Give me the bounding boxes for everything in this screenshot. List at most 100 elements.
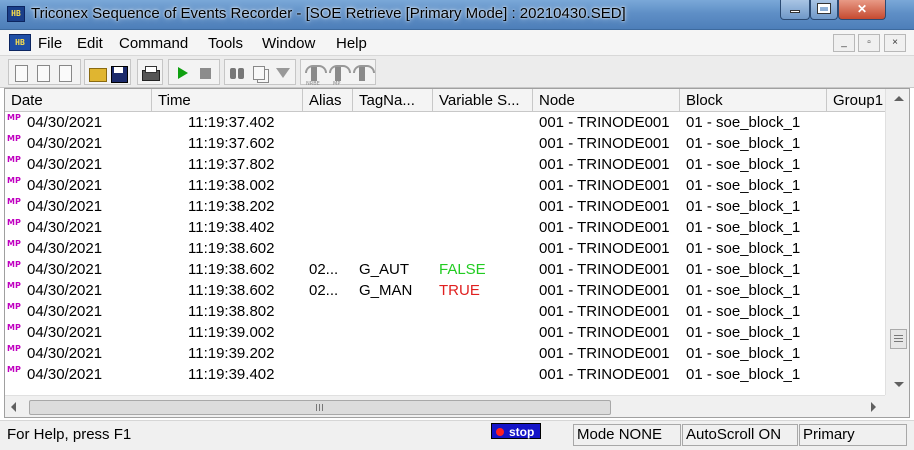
open-document-icon[interactable]: [33, 64, 53, 82]
cell-tagname: [359, 301, 433, 322]
cell-variable-state: FALSE: [439, 261, 486, 278]
table-row[interactable]: MP 04/30/2021 11:19:37.802 001 - TRINODE001…: [5, 154, 885, 175]
table-row[interactable]: MP 04/30/2021 11:19:37.402 001 - TRINODE001…: [5, 112, 885, 133]
cell-date: 04/30/2021: [27, 219, 103, 236]
mp-marker-icon: MP: [7, 260, 21, 269]
cell-variable-state: [439, 343, 533, 364]
title-bar[interactable]: HB Triconex Sequence of Events Recorder …: [0, 0, 914, 30]
column-header-node[interactable]: Node: [533, 89, 680, 112]
cell-time: 11:19:37.602: [188, 135, 275, 152]
table-row[interactable]: MP 04/30/2021 11:19:38.802 001 - TRINODE001…: [5, 301, 885, 322]
child-minimize-button[interactable]: _: [833, 34, 855, 52]
cell-alias: [309, 175, 353, 196]
table-row[interactable]: MP 04/30/2021 11:19:38.402 001 - TRINODE001…: [5, 217, 885, 238]
vertical-scroll-thumb[interactable]: [890, 329, 907, 349]
table-row[interactable]: MP 04/30/2021 11:19:38.002 001 - TRINODE001…: [5, 175, 885, 196]
cell-date: 04/30/2021: [27, 156, 103, 173]
cell-block: 01 - soe_block_1: [686, 324, 801, 341]
scroll-right-icon[interactable]: [863, 396, 883, 417]
table-row[interactable]: MP 04/30/2021 11:19:38.602 02... G_MAN TRUE 00…: [5, 280, 885, 301]
cell-date: 04/30/2021: [27, 198, 103, 215]
column-header-variable-state[interactable]: Variable S...: [433, 89, 533, 112]
toolbar-group-file: [8, 59, 81, 85]
cell-alias: 02...: [309, 282, 339, 299]
cell-node: 001 - TRINODE001: [539, 282, 670, 299]
cell-block: 01 - soe_block_1: [686, 135, 801, 152]
cell-time: 11:19:39.002: [188, 324, 275, 341]
mp-marker-icon: MP: [7, 239, 21, 248]
find-icon[interactable]: [227, 64, 247, 82]
column-header-time[interactable]: Time: [152, 89, 303, 112]
table-row[interactable]: MP 04/30/2021 11:19:38.602 02... G_AUT FALSE 0…: [5, 259, 885, 280]
cell-block: 01 - soe_block_1: [686, 177, 801, 194]
column-header-block[interactable]: Block: [680, 89, 827, 112]
filter-icon[interactable]: [273, 64, 293, 82]
minimize-button[interactable]: [780, 0, 810, 20]
table-row[interactable]: MP 04/30/2021 11:19:39.402 001 - TRINODE001…: [5, 364, 885, 385]
mp-marker-icon: MP: [7, 113, 21, 122]
cell-time: 11:19:38.202: [188, 198, 275, 215]
table-row[interactable]: MP 04/30/2021 11:19:39.002 001 - TRINODE001…: [5, 322, 885, 343]
menu-bar: HB File Edit Command Tools Window Help _…: [0, 30, 914, 56]
minimize-icon: [790, 10, 800, 13]
scroll-up-icon[interactable]: [886, 91, 909, 109]
table-row[interactable]: MP 04/30/2021 11:19:39.202 001 - TRINODE001…: [5, 343, 885, 364]
mp-marker-icon: MP: [7, 176, 21, 185]
menu-window[interactable]: Window: [262, 35, 315, 52]
antenna-tower-icon[interactable]: [352, 64, 375, 82]
column-header-group1[interactable]: Group1: [827, 89, 885, 112]
close-button[interactable]: ✕: [838, 0, 886, 20]
toolbar-mini-label: NRBE: [306, 81, 320, 87]
cell-variable-state: TRUE: [439, 282, 480, 299]
cell-date: 04/30/2021: [27, 324, 103, 341]
child-close-button[interactable]: ×: [884, 34, 906, 52]
mp-marker-icon: MP: [7, 134, 21, 143]
cell-node: 001 - TRINODE001: [539, 156, 670, 173]
start-icon[interactable]: [172, 64, 192, 82]
menu-edit[interactable]: Edit: [77, 35, 103, 52]
antenna-mp-icon[interactable]: [328, 64, 351, 82]
cell-time: 11:19:38.602: [188, 261, 275, 278]
scroll-down-icon[interactable]: [886, 375, 909, 393]
maximize-button[interactable]: [810, 0, 838, 20]
table-row[interactable]: MP 04/30/2021 11:19:37.602 001 - TRINODE001…: [5, 133, 885, 154]
scroll-left-icon[interactable]: [5, 396, 25, 417]
open-folder-icon[interactable]: [87, 64, 107, 82]
cell-block: 01 - soe_block_1: [686, 366, 801, 383]
vertical-scrollbar[interactable]: [885, 89, 909, 395]
cell-node: 001 - TRINODE001: [539, 303, 670, 320]
cell-tagname: [359, 343, 433, 364]
table-row[interactable]: MP 04/30/2021 11:19:38.202 001 - TRINODE001…: [5, 196, 885, 217]
column-header-alias[interactable]: Alias: [303, 89, 353, 112]
cell-variable-state: [439, 301, 533, 322]
events-table[interactable]: Date Time Alias TagNa... Variable S... N…: [4, 88, 910, 418]
copy-icon[interactable]: [250, 64, 270, 82]
stop-icon[interactable]: [196, 64, 216, 82]
child-restore-button[interactable]: ▫: [858, 34, 880, 52]
print-icon[interactable]: [140, 64, 160, 82]
table-row[interactable]: MP 04/30/2021 11:19:38.602 001 - TRINODE001…: [5, 238, 885, 259]
horizontal-scroll-thumb[interactable]: [29, 400, 611, 415]
maximize-icon: [818, 4, 830, 13]
menu-tools[interactable]: Tools: [208, 35, 243, 52]
menu-command[interactable]: Command: [119, 35, 188, 52]
column-header-tagname[interactable]: TagNa...: [353, 89, 433, 112]
cell-alias: [309, 196, 353, 217]
cell-variable-state: [439, 364, 533, 385]
menu-file[interactable]: File: [38, 35, 62, 52]
cell-variable-state: [439, 154, 533, 175]
document-icon[interactable]: [55, 64, 75, 82]
document-menu-icon[interactable]: HB: [9, 34, 31, 51]
mp-marker-icon: MP: [7, 197, 21, 206]
scrollbar-corner: [885, 395, 909, 417]
cell-time: 11:19:38.802: [188, 303, 275, 320]
column-header-date[interactable]: Date: [5, 89, 152, 112]
antenna-icon[interactable]: [304, 64, 327, 82]
menu-help[interactable]: Help: [336, 35, 367, 52]
mp-marker-icon: MP: [7, 323, 21, 332]
save-icon[interactable]: [109, 64, 129, 83]
cell-date: 04/30/2021: [27, 240, 103, 257]
horizontal-scrollbar[interactable]: [5, 395, 885, 417]
app-icon[interactable]: HB: [7, 6, 25, 22]
new-document-icon[interactable]: [11, 64, 31, 82]
